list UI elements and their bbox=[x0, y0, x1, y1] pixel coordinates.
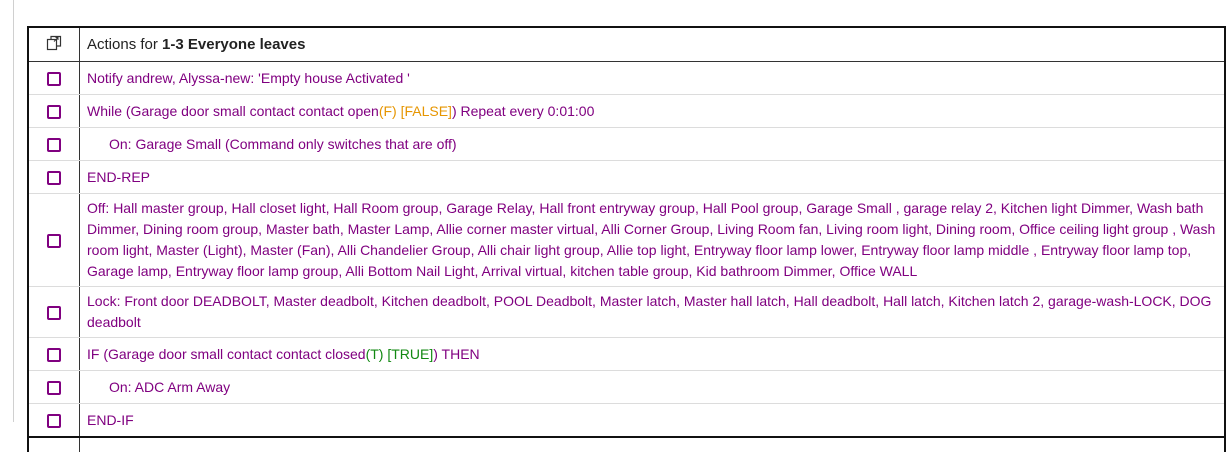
action-text[interactable]: While (Garage door small contact contact… bbox=[79, 94, 1226, 128]
true-state: (T) [TRUE] bbox=[365, 345, 434, 362]
row-checkbox[interactable] bbox=[47, 414, 61, 429]
then-keyword: ) THEN bbox=[433, 345, 480, 362]
action-row[interactable]: On: ADC Arm Away bbox=[27, 370, 1226, 404]
stub-cell bbox=[27, 436, 80, 452]
row-checkbox-cell bbox=[27, 193, 80, 287]
action-row[interactable]: Lock: Front door DEADBOLT, Master deadbo… bbox=[27, 286, 1226, 338]
repeat-interval: ) Repeat every 0:01:00 bbox=[451, 102, 595, 119]
next-table-top bbox=[27, 436, 1226, 452]
actions-table: Actions for 1-3 Everyone leaves Notify a… bbox=[27, 26, 1226, 452]
copy-icon[interactable] bbox=[46, 35, 62, 54]
left-panel-border bbox=[13, 0, 14, 422]
action-text[interactable]: IF (Garage door small contact contact cl… bbox=[79, 337, 1226, 371]
false-state: (F) [FALSE] bbox=[378, 102, 452, 119]
action-text[interactable]: Off: Hall master group, Hall closet ligh… bbox=[79, 193, 1226, 287]
action-text[interactable]: END-REP bbox=[79, 160, 1226, 194]
row-checkbox-cell bbox=[27, 370, 80, 404]
action-text[interactable]: Notify andrew, Alyssa-new: 'Empty house … bbox=[79, 61, 1226, 95]
row-checkbox[interactable] bbox=[47, 234, 61, 249]
row-checkbox[interactable] bbox=[47, 348, 61, 363]
row-checkbox[interactable] bbox=[47, 381, 61, 396]
actions-title: Actions for 1-3 Everyone leaves bbox=[79, 26, 1226, 62]
table-header-row: Actions for 1-3 Everyone leaves bbox=[27, 26, 1226, 62]
action-text[interactable]: Lock: Front door DEADBOLT, Master deadbo… bbox=[79, 286, 1226, 338]
row-checkbox-cell bbox=[27, 160, 80, 194]
action-row[interactable]: On: Garage Small (Command only switches … bbox=[27, 127, 1226, 161]
action-row[interactable]: END-REP bbox=[27, 160, 1226, 194]
rule-name: 1-3 Everyone leaves bbox=[162, 36, 306, 53]
copy-cell[interactable] bbox=[27, 26, 80, 62]
while-condition: While (Garage door small contact contact… bbox=[87, 102, 379, 119]
row-checkbox[interactable] bbox=[47, 138, 61, 153]
row-checkbox-cell bbox=[27, 94, 80, 128]
if-condition: IF (Garage door small contact contact cl… bbox=[87, 345, 366, 362]
row-checkbox[interactable] bbox=[47, 72, 61, 87]
action-row[interactable]: END-IF bbox=[27, 403, 1226, 438]
action-text[interactable]: END-IF bbox=[79, 403, 1226, 438]
action-row[interactable]: Notify andrew, Alyssa-new: 'Empty house … bbox=[27, 61, 1226, 95]
row-checkbox[interactable] bbox=[47, 171, 61, 186]
action-text[interactable]: On: ADC Arm Away bbox=[79, 370, 1226, 404]
action-row[interactable]: While (Garage door small contact contact… bbox=[27, 94, 1226, 128]
actions-title-prefix: Actions for bbox=[87, 36, 163, 53]
stub-cell bbox=[79, 436, 1226, 452]
row-checkbox-cell bbox=[27, 286, 80, 338]
action-row[interactable]: Off: Hall master group, Hall closet ligh… bbox=[27, 193, 1226, 287]
actions-table-container: Actions for 1-3 Everyone leaves Notify a… bbox=[27, 26, 1226, 452]
row-checkbox-cell bbox=[27, 403, 80, 438]
action-row[interactable]: IF (Garage door small contact contact cl… bbox=[27, 337, 1226, 371]
row-checkbox-cell bbox=[27, 61, 80, 95]
row-checkbox-cell bbox=[27, 337, 80, 371]
action-text[interactable]: On: Garage Small (Command only switches … bbox=[79, 127, 1226, 161]
row-checkbox[interactable] bbox=[47, 105, 61, 120]
row-checkbox-cell bbox=[27, 127, 80, 161]
row-checkbox[interactable] bbox=[47, 306, 61, 321]
